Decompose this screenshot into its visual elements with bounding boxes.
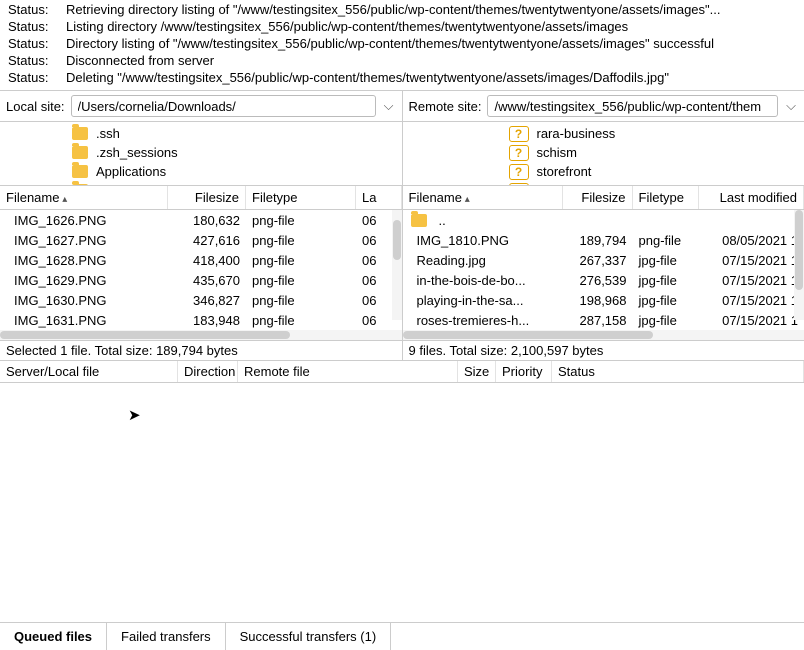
remote-file-list[interactable]: ..IMG_1810.PNG189,794png-file08/05/2021 … <box>403 210 804 330</box>
tree-label: Applications <box>92 164 170 179</box>
queue-header[interactable]: Server/Local file Direction Remote file … <box>0 361 804 383</box>
tree-item[interactable]: ? schism <box>493 143 804 162</box>
tab-queued[interactable]: Queued files <box>0 623 107 650</box>
col-filetype: Filetype <box>633 186 699 209</box>
remote-status: 9 files. Total size: 2,100,597 bytes <box>403 340 804 361</box>
file-row[interactable]: IMG_1629.PNG435,670png-file06 <box>0 270 402 290</box>
local-status: Selected 1 file. Total size: 189,794 byt… <box>0 340 402 361</box>
site-path-bar: Local site: ⌵ Remote site: ⌵ <box>0 90 804 122</box>
queue-body[interactable] <box>0 383 804 622</box>
col-filesize: Filesize <box>168 186 246 209</box>
folder-icon <box>72 146 88 159</box>
col-lastmod: La <box>356 186 402 209</box>
local-tree[interactable]: .ssh.zsh_sessionsApplications▸Desktop▸Do… <box>0 122 402 185</box>
remote-list-header[interactable]: Filename Filesize Filetype Last modified <box>403 185 804 210</box>
unknown-folder-icon: ? <box>509 145 529 161</box>
file-row[interactable]: IMG_1631.PNG183,948png-file06 <box>0 310 402 330</box>
file-row[interactable]: IMG_1628.PNG418,400png-file06 <box>0 250 402 270</box>
h-scrollbar[interactable] <box>0 330 402 340</box>
scrollbar[interactable] <box>794 210 804 320</box>
tree-item[interactable]: .zsh_sessions <box>36 143 402 162</box>
file-row[interactable]: IMG_1627.PNG427,616png-file06 <box>0 230 402 250</box>
tree-label: .zsh_sessions <box>92 145 182 160</box>
chevron-down-icon[interactable]: ⌵ <box>382 98 396 114</box>
col-lastmod: Last modified <box>699 186 804 209</box>
tree-item[interactable]: .ssh <box>36 124 402 143</box>
unknown-folder-icon: ? <box>509 164 529 180</box>
file-row[interactable]: IMG_1630.PNG346,827png-file06 <box>0 290 402 310</box>
local-path-input[interactable] <box>71 95 376 117</box>
tree-item[interactable]: ? rara-business <box>493 124 804 143</box>
scrollbar[interactable] <box>392 210 402 320</box>
file-row[interactable]: Reading.jpg267,337jpg-file07/15/2021 1 <box>403 250 804 270</box>
file-row[interactable]: playing-in-the-sa...198,968jpg-file07/15… <box>403 290 804 310</box>
file-row[interactable]: IMG_1626.PNG180,632png-file06 <box>0 210 402 230</box>
local-list-header[interactable]: Filename Filesize Filetype La <box>0 185 402 210</box>
tab-failed[interactable]: Failed transfers <box>107 623 226 650</box>
folder-icon <box>72 165 88 178</box>
file-row[interactable]: roses-tremieres-h...287,158jpg-file07/15… <box>403 310 804 330</box>
folder-icon <box>411 214 427 227</box>
tree-label: .ssh <box>92 126 124 141</box>
folder-icon <box>72 184 88 185</box>
tree-item[interactable]: ? storefront <box>493 162 804 181</box>
col-filesize: Filesize <box>563 186 633 209</box>
transfer-tabs: Queued files Failed transfers Successful… <box>0 622 804 650</box>
chevron-down-icon[interactable]: ⌵ <box>784 98 798 114</box>
col-filename: Filename <box>403 186 563 209</box>
remote-path-input[interactable] <box>487 95 778 117</box>
local-site-label: Local site: <box>6 99 65 114</box>
parent-dir-row[interactable]: .. <box>403 210 804 230</box>
tree-item[interactable]: Applications <box>36 162 402 181</box>
unknown-folder-icon: ? <box>509 126 529 142</box>
col-filename: Filename <box>0 186 168 209</box>
tree-label: schism <box>533 145 581 160</box>
status-log: Status:Retrieving directory listing of "… <box>0 0 804 90</box>
h-scrollbar[interactable] <box>403 330 804 340</box>
col-filetype: Filetype <box>246 186 356 209</box>
local-file-list[interactable]: IMG_1626.PNG180,632png-file06IMG_1627.PN… <box>0 210 402 330</box>
folder-icon <box>72 127 88 140</box>
tree-label: storefront <box>533 164 596 179</box>
file-row[interactable]: IMG_1810.PNG189,794png-file08/05/2021 1 <box>403 230 804 250</box>
remote-tree[interactable]: ?rara-business?schism?storefront?twentyn… <box>403 122 804 185</box>
tree-label: rara-business <box>533 126 620 141</box>
file-row[interactable]: in-the-bois-de-bo...276,539jpg-file07/15… <box>403 270 804 290</box>
remote-site-label: Remote site: <box>409 99 482 114</box>
tab-successful[interactable]: Successful transfers (1) <box>226 623 392 650</box>
